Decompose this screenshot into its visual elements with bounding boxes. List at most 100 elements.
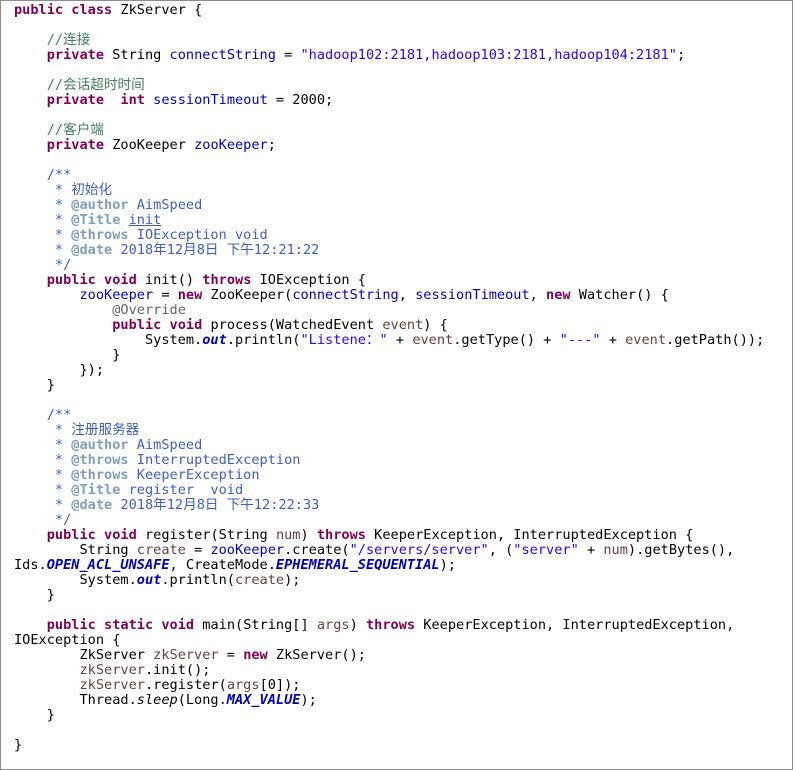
code-token: init() [136,272,203,288]
code-line: private ZooKeeper zooKeeper; [14,138,764,153]
code-line: * @date 2018年12月8日 下午12:22:33 [14,498,764,513]
code-line: zkServer.init(); [14,663,764,678]
code-line: * @Title init [14,213,764,228]
code-token: .create( [284,542,350,558]
code-token: Watcher() { [570,287,669,303]
code-line: * 注册服务器 [14,423,764,438]
code-token: } [14,587,55,603]
code-token: * [14,227,72,243]
code-line: IOException { [14,633,764,648]
code-token: sessionTimeout [415,287,530,303]
code-line: System.out.println(create); [14,573,764,588]
code-token: (Long. [177,692,227,708]
code-token: * [14,467,72,483]
code-token: @throws [71,452,129,468]
code-line: //连接 [14,33,764,48]
code-token: create [235,572,285,588]
code-line: //客户端 [14,123,764,138]
code-token: + [600,332,626,348]
code-line: System.out.println("Listene：" + event.ge… [14,333,764,348]
code-token: * [14,497,72,513]
code-token: event [412,332,454,348]
code-token: throws [316,527,366,543]
code-token: process(WatchedEvent [202,317,383,333]
code-token: event [382,317,424,333]
code-token: create [136,542,186,558]
code-token: ).getBytes(), [627,542,735,558]
code-token: , ( [488,542,514,558]
code-token: @author [71,197,129,213]
code-token: ); [300,692,317,708]
code-token: = [218,647,244,663]
code-line: zkServer.register(args[0]); [14,678,764,693]
code-token: } [14,377,55,393]
code-token: "Listene：" [300,332,388,348]
code-token: /** [46,167,72,183]
code-token: connectString [169,47,276,63]
code-token: "/servers/server" [349,542,489,558]
code-token: , [529,287,547,303]
code-token: * [14,242,72,258]
code-token: private [46,137,105,153]
code-token: @author [71,437,129,453]
code-token: * 初始化 [14,182,113,198]
code-token: zooKeeper [79,287,154,303]
code-token: throws [202,272,252,288]
code-token: 2018年12月8日 下午12:22:33 [112,497,320,513]
code-line: * @throws InterruptedException [14,453,764,468]
code-line: private String connectString = "hadoop10… [14,48,764,63]
code-line: */ [14,258,764,273]
code-line: zooKeeper = new ZooKeeper(connectString,… [14,288,764,303]
code-token: } [14,707,55,723]
code-line: * @author AimSpeed [14,198,764,213]
code-line: Thread.sleep(Long.MAX_VALUE); [14,693,764,708]
code-line: Ids.OPEN_ACL_UNSAFE, CreateMode.EPHEMERA… [14,558,764,573]
code-line: public class ZkServer { [14,3,764,18]
code-token: args [226,677,260,693]
code-token: AimSpeed [128,437,203,453]
code-token: connectString [292,287,399,303]
code-token: * [14,197,72,213]
code-line: /** [14,408,764,423]
code-token: //连接 [46,32,91,48]
code-token: IOException { [14,632,121,648]
code-token: .getPath()); [666,332,765,348]
code-line: } [14,738,764,753]
code-token: KeeperException, InterruptedException { [365,527,694,543]
code-token: init [128,212,162,228]
code-token: [0]); [259,677,301,693]
code-line: */ [14,513,764,528]
code-token: * [14,212,72,228]
code-token: void [161,617,195,633]
code-token: register void [120,482,244,498]
code-token: ZkServer [14,647,154,663]
code-token: "---" [559,332,601,348]
code-editor[interactable]: public class ZkServer { //连接 private Str… [0,0,793,770]
code-token: + [387,332,413,348]
code-token: = [275,47,301,63]
code-token: public class [14,2,113,18]
code-line: public void process(WatchedEvent event) … [14,318,764,333]
code-line: * 初始化 [14,183,764,198]
code-token: EPHEMERAL_SEQUENTIAL [275,557,440,573]
code-token: @Override [112,302,186,318]
code-token: /** [46,407,72,423]
code-token: MAX_VALUE [226,692,301,708]
code-line: } [14,378,764,393]
code-line: }); [14,363,764,378]
code-token: } [14,347,121,363]
code-line: * @date 2018年12月8日 下午12:21:22 [14,243,764,258]
code-token: ); [439,557,456,573]
code-token: System. [14,332,203,348]
code-token: ; [267,137,276,153]
